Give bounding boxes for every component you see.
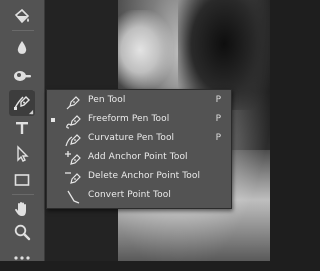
paint-bucket-icon bbox=[14, 8, 30, 24]
pen-tool-button[interactable] bbox=[9, 90, 35, 116]
tools-panel bbox=[0, 0, 45, 261]
paint-bucket-tool[interactable] bbox=[9, 4, 35, 30]
curvature-pen-icon bbox=[65, 134, 81, 147]
flyout-item-add-anchor-point-tool[interactable]: Add Anchor Point Tool bbox=[47, 149, 231, 168]
flyout-item-delete-anchor-point-tool[interactable]: Delete Anchor Point Tool bbox=[47, 168, 231, 187]
more-tools-corner-icon bbox=[28, 109, 34, 115]
convert-point-icon bbox=[67, 190, 80, 204]
add-anchor-icon bbox=[65, 151, 81, 165]
hand-tool-icon bbox=[15, 202, 26, 216]
flyout-item-label: Curvature Pen Tool bbox=[88, 133, 175, 143]
zoom-tool-icon bbox=[14, 224, 31, 241]
flyout-item-label: Convert Point Tool bbox=[88, 190, 171, 200]
flyout-item-curvature-pen-tool[interactable]: Curvature Pen Tool P bbox=[47, 130, 231, 149]
type-tool-icon bbox=[16, 122, 28, 134]
flyout-item-label: Add Anchor Point Tool bbox=[88, 152, 188, 162]
dodge-tool[interactable] bbox=[9, 62, 35, 88]
flyout-item-label: Delete Anchor Point Tool bbox=[88, 171, 201, 181]
dodge-icon bbox=[14, 71, 31, 81]
selected-indicator-icon bbox=[51, 118, 55, 122]
pen-tool-flyout-menu: Pen Tool P Freeform Pen Tool P Curvature… bbox=[46, 89, 232, 209]
flyout-item-label: Freeform Pen Tool bbox=[88, 114, 170, 124]
flyout-item-shortcut: P bbox=[215, 114, 221, 124]
type-tool[interactable] bbox=[9, 115, 35, 141]
blur-tool[interactable] bbox=[9, 35, 35, 61]
rectangle-tool[interactable] bbox=[9, 167, 35, 193]
rectangle-tool-icon bbox=[14, 174, 30, 186]
flyout-item-label: Pen Tool bbox=[88, 95, 126, 105]
flyout-item-shortcut: P bbox=[215, 133, 221, 143]
flyout-item-convert-point-tool[interactable]: Convert Point Tool bbox=[47, 187, 231, 206]
flyout-item-pen-tool[interactable]: Pen Tool P bbox=[47, 92, 231, 111]
zoom-tool[interactable] bbox=[9, 219, 35, 245]
freeform-pen-icon bbox=[66, 115, 81, 129]
more-tools-icon bbox=[14, 256, 30, 260]
flyout-item-shortcut: P bbox=[215, 95, 221, 105]
path-selection-icon bbox=[17, 145, 29, 162]
delete-anchor-icon bbox=[65, 172, 81, 184]
canvas-highlight bbox=[118, 10, 173, 90]
flyout-item-freeform-pen-tool[interactable]: Freeform Pen Tool P bbox=[47, 111, 231, 130]
pen-icon bbox=[66, 96, 80, 110]
edit-toolbar-button[interactable] bbox=[9, 245, 35, 271]
blur-drop-icon bbox=[17, 41, 27, 54]
tool-group-divider bbox=[12, 194, 34, 195]
tool-group-divider bbox=[12, 30, 34, 31]
path-selection-tool[interactable] bbox=[9, 141, 35, 167]
